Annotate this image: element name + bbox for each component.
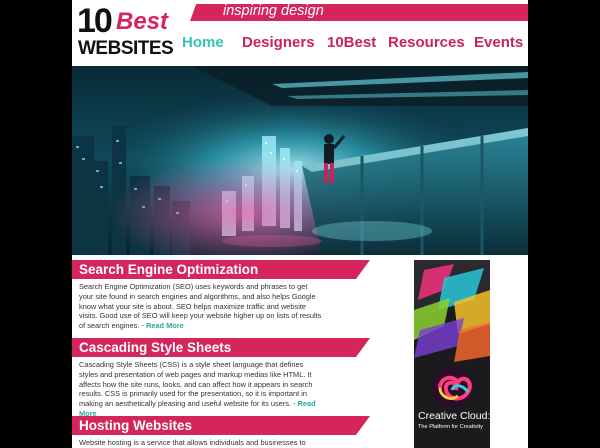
hero-image xyxy=(72,66,528,255)
nav-item-home[interactable]: Home xyxy=(182,34,224,51)
section-title-css: Cascading Style Sheets xyxy=(72,338,370,357)
section-text-seo: Search Engine Optimization (SEO) uses ke… xyxy=(79,282,322,331)
ad-title: Creative Cloud: xyxy=(418,410,490,422)
nav-item-events[interactable]: Events xyxy=(474,34,523,51)
nav-item-designers[interactable]: Designers xyxy=(242,34,315,51)
nav-item-10best[interactable]: 10Best xyxy=(327,34,376,51)
section-text-css: Cascading Style Sheets (CSS) is a style … xyxy=(79,360,313,409)
section-title-seo: Search Engine Optimization xyxy=(72,260,370,279)
section-body-css: Cascading Style Sheets (CSS) is a style … xyxy=(79,360,322,419)
section-text-hosting: Website hosting is a service that allows… xyxy=(79,438,306,447)
read-more-link[interactable]: Read More xyxy=(146,321,184,330)
section-body-hosting: Website hosting is a service that allows… xyxy=(79,438,322,448)
tagline: inspiring design xyxy=(223,3,324,19)
section-body-seo: Search Engine Optimization (SEO) uses ke… xyxy=(79,282,322,331)
ad-subtitle: The Platform for Creativity xyxy=(418,424,483,430)
page: 10 Best WEBSITES inspiring design Home D… xyxy=(72,0,528,448)
creative-cloud-ad[interactable]: Creative Cloud: The Platform for Creativ… xyxy=(414,260,490,448)
nav-item-resources[interactable]: Resources xyxy=(388,34,465,51)
logo-accent: Best xyxy=(116,8,169,35)
main-nav: Home Designers 10Best Resources Events xyxy=(72,34,528,56)
section-title-hosting: Hosting Websites xyxy=(72,416,370,435)
